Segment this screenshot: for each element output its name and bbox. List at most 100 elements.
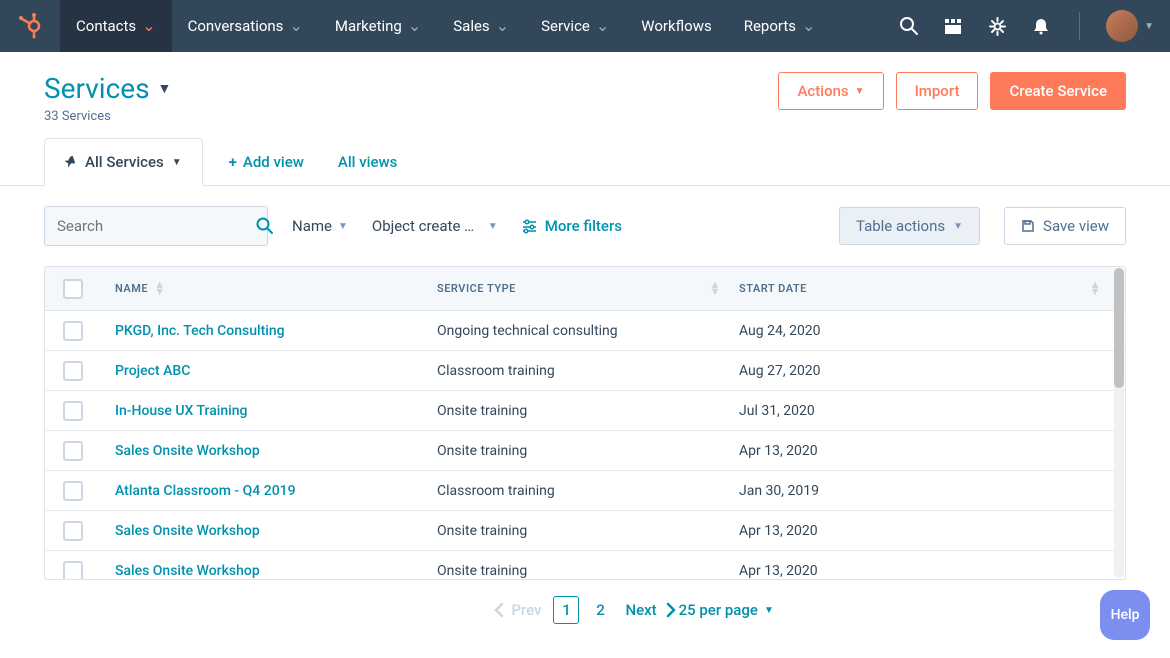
table-row: Sales Onsite Workshop Onsite training Apr … [45, 431, 1125, 471]
create-service-button[interactable]: Create Service [990, 72, 1126, 110]
service-type: Onsite training [437, 403, 527, 419]
nav-workflows[interactable]: Workflows [625, 0, 727, 52]
page-number[interactable]: 1 [553, 596, 579, 624]
row-checkbox[interactable] [63, 481, 83, 501]
notifications-bell-icon[interactable] [1029, 14, 1053, 38]
settings-gear-icon[interactable] [985, 14, 1009, 38]
service-type: Classroom training [437, 363, 555, 379]
column-header-name[interactable]: NAME ▲▼ [101, 282, 437, 295]
chevron-down-icon: ⌄ [802, 22, 815, 30]
nav-divider [1079, 12, 1080, 40]
page-title: Services [44, 72, 150, 105]
chevron-left-icon [493, 602, 505, 618]
filter-name[interactable]: Name ▼ [292, 217, 348, 235]
chevron-down-icon: ▼ [1144, 21, 1154, 32]
table-row: Project ABC Classroom training Aug 27, 202… [45, 351, 1125, 391]
tab-all-services[interactable]: All Services ▼ [44, 138, 203, 186]
caret-down-icon: ▼ [488, 221, 498, 232]
table-row: In-House UX Training Onsite training Jul 3… [45, 391, 1125, 431]
start-date: Aug 24, 2020 [739, 323, 821, 339]
start-date: Jan 30, 2019 [739, 483, 819, 499]
page-title-dropdown[interactable]: Services ▼ [44, 72, 171, 105]
more-filters-button[interactable]: More filters [522, 217, 622, 235]
import-button[interactable]: Import [896, 72, 979, 110]
nav-service[interactable]: Service⌄ [525, 0, 625, 52]
hubspot-logo[interactable] [0, 0, 60, 52]
service-type: Onsite training [437, 443, 527, 459]
table-row: PKGD, Inc. Tech Consulting Ongoing techni… [45, 311, 1125, 351]
start-date: Apr 13, 2020 [739, 523, 818, 539]
row-checkbox[interactable] [63, 441, 83, 461]
chevron-down-icon: ⌄ [496, 22, 509, 30]
service-name-link[interactable]: Sales Onsite Workshop [115, 563, 260, 579]
nav-conversations[interactable]: Conversations⌄ [172, 0, 319, 52]
search-input[interactable] [57, 217, 256, 235]
start-date: Apr 13, 2020 [739, 443, 818, 459]
all-views-link[interactable]: All views [330, 139, 405, 185]
caret-down-icon: ▼ [158, 80, 172, 97]
row-checkbox[interactable] [63, 401, 83, 421]
chevron-right-icon [665, 602, 677, 618]
service-type: Onsite training [437, 563, 527, 579]
user-menu[interactable]: ▼ [1106, 10, 1154, 42]
chevron-down-icon: ⌄ [408, 22, 421, 30]
start-date: Aug 27, 2020 [739, 363, 821, 379]
start-date: Apr 13, 2020 [739, 563, 818, 579]
page-number[interactable]: 2 [587, 596, 613, 624]
save-view-button[interactable]: Save view [1004, 207, 1126, 245]
service-type: Ongoing technical consulting [437, 323, 618, 339]
help-button[interactable]: Help [1100, 590, 1150, 640]
table-row: Sales Onsite Workshop Onsite training Apr … [45, 551, 1125, 579]
sort-icon: ▲▼ [1090, 282, 1101, 295]
search-icon[interactable] [897, 14, 921, 38]
start-date: Jul 31, 2020 [739, 403, 815, 419]
avatar [1106, 10, 1138, 42]
service-name-link[interactable]: PKGD, Inc. Tech Consulting [115, 323, 285, 339]
nav-marketing[interactable]: Marketing⌄ [319, 0, 437, 52]
pagination-prev[interactable]: Prev [493, 601, 541, 619]
select-all-checkbox[interactable] [63, 279, 83, 299]
sprocket-icon [16, 12, 44, 40]
marketplace-icon[interactable] [941, 14, 965, 38]
caret-down-icon: ▼ [953, 221, 963, 232]
row-checkbox[interactable] [63, 521, 83, 541]
actions-button[interactable]: Actions ▼ [778, 72, 883, 110]
pagination-next[interactable]: Next [625, 601, 676, 619]
column-header-date[interactable]: START DATE ▲▼ [739, 282, 1125, 295]
row-checkbox[interactable] [63, 561, 83, 580]
table-row: Sales Onsite Workshop Onsite training Apr … [45, 511, 1125, 551]
service-name-link[interactable]: Sales Onsite Workshop [115, 523, 260, 539]
nav-contacts[interactable]: Contacts⌄ [60, 0, 172, 52]
chevron-down-icon: ⌄ [596, 22, 609, 30]
sort-icon: ▲▼ [710, 282, 721, 295]
service-name-link[interactable]: In-House UX Training [115, 403, 247, 419]
search-box[interactable] [44, 206, 268, 246]
service-name-link[interactable]: Atlanta Classroom - Q4 2019 [115, 483, 296, 499]
filter-object-create-date[interactable]: Object create d… ▼ [372, 217, 498, 235]
nav-sales[interactable]: Sales⌄ [437, 0, 525, 52]
service-type: Classroom training [437, 483, 555, 499]
save-icon [1021, 219, 1035, 233]
table-actions-button[interactable]: Table actions ▼ [839, 207, 980, 245]
scrollbar-thumb[interactable] [1114, 268, 1124, 388]
search-icon [256, 217, 274, 235]
record-count: 33 Services [44, 109, 171, 124]
sort-icon: ▲▼ [154, 282, 165, 295]
service-name-link[interactable]: Sales Onsite Workshop [115, 443, 260, 459]
services-table: NAME ▲▼ SERVICE TYPE ▲▼ START DATE ▲▼ PK… [44, 266, 1126, 580]
table-row: Atlanta Classroom - Q4 2019 Classroom tra… [45, 471, 1125, 511]
row-checkbox[interactable] [63, 361, 83, 381]
service-type: Onsite training [437, 523, 527, 539]
nav-reports[interactable]: Reports⌄ [728, 0, 832, 52]
add-view-button[interactable]: + Add view [221, 139, 312, 185]
caret-down-icon: ▼ [338, 221, 348, 232]
per-page-dropdown[interactable]: 25 per page ▼ [679, 601, 774, 619]
sliders-icon [522, 219, 537, 234]
column-header-type[interactable]: SERVICE TYPE ▲▼ [437, 282, 739, 295]
pin-icon [65, 156, 77, 168]
service-name-link[interactable]: Project ABC [115, 363, 190, 379]
chevron-down-icon: ⌄ [289, 22, 302, 30]
chevron-down-icon: ⌄ [142, 22, 155, 30]
row-checkbox[interactable] [63, 321, 83, 341]
top-navbar: Contacts⌄Conversations⌄Marketing⌄Sales⌄S… [0, 0, 1170, 52]
